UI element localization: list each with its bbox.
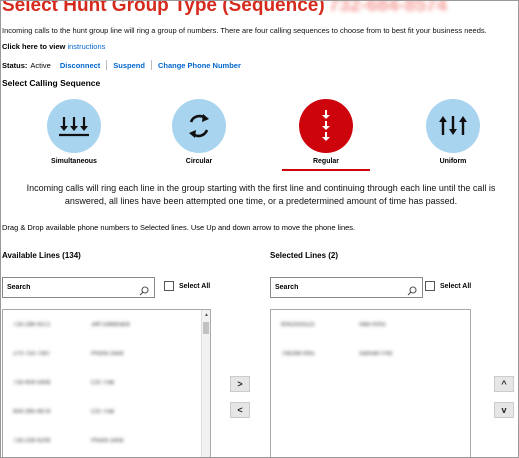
move-down-button[interactable]: v	[494, 402, 514, 418]
selected-indicator	[282, 169, 370, 171]
select-all-checkbox[interactable]	[164, 281, 174, 291]
line-name: CIS Trak	[91, 379, 115, 386]
line-number: 716-286-4372	[13, 321, 51, 328]
sequence-label: Regular	[312, 158, 340, 165]
hunt-group-description: Incoming calls to the hunt group line wi…	[2, 26, 487, 35]
line-name: Phone Desk	[91, 437, 124, 444]
search-icon[interactable]	[407, 283, 417, 301]
selected-select-all[interactable]: Select All	[425, 281, 471, 291]
status-label: Status:	[2, 60, 28, 70]
line-number: 716-208-4206	[13, 437, 51, 444]
line-number: 804-395-4878	[13, 408, 51, 415]
sequence-option-circular[interactable]: Circular	[154, 99, 244, 165]
available-search-input[interactable]	[7, 284, 132, 291]
list-item[interactable]: 7562687855 Samuel Fritz	[271, 339, 470, 368]
drag-drop-hint: Drag & Drop available phone numbers to S…	[2, 223, 356, 232]
selected-lines-list[interactable]: 8042505523 Allie Arms 7562687855 Samuel …	[270, 309, 471, 457]
list-item[interactable]: 8042505523 Allie Arms	[271, 310, 470, 339]
select-all-label: Select All	[440, 282, 472, 290]
scrollbar-thumb[interactable]	[203, 322, 209, 334]
title-phone-number: 732-684-8574	[328, 0, 448, 16]
instructions-link[interactable]: instructions	[67, 42, 105, 51]
line-name: CIS Trak	[91, 408, 115, 415]
sequence-explanation: Incoming calls will ring each line in th…	[26, 183, 496, 206]
available-lines-heading: Available Lines (134)	[2, 251, 81, 260]
list-item[interactable]: 716-404-5908 CIS Trak	[3, 368, 210, 397]
line-number: 716-404-5908	[13, 379, 51, 386]
sequence-label: Simultaneous	[51, 158, 97, 165]
select-all-checkbox[interactable]	[425, 281, 435, 291]
status-value: Active	[30, 60, 51, 70]
sequence-option-simultaneous[interactable]: Simultaneous	[29, 99, 119, 165]
search-icon[interactable]	[139, 283, 149, 301]
regular-down-arrows-icon	[299, 99, 353, 153]
sequence-label: Uniform	[439, 158, 467, 165]
line-name: Allie Arms	[359, 321, 386, 328]
available-lines-list[interactable]: 716-286-4372 Jeff Gillebrand 270-753-756…	[2, 309, 211, 457]
divider	[150, 60, 152, 70]
uniform-arrows-icon	[426, 99, 480, 153]
instructions-prefix: Click here to view	[2, 42, 68, 51]
list-item[interactable]: 716-286-4372 Jeff Gillebrand	[3, 310, 210, 339]
available-search-field	[2, 277, 155, 298]
line-name: Jeff Gillebrand	[91, 321, 130, 328]
divider	[106, 60, 108, 70]
selected-search-field	[270, 277, 423, 298]
change-phone-number-link[interactable]: Change Phone Number	[158, 61, 241, 70]
add-to-selected-button[interactable]: >	[230, 376, 250, 392]
status-bar: Status: Active Disconnect Suspend Change…	[2, 60, 241, 70]
title-text: Select Hunt Group Type (Sequence)	[2, 0, 325, 16]
line-name: Samuel Fritz	[359, 350, 393, 357]
sequence-option-regular[interactable]: Regular	[281, 99, 371, 171]
simultaneous-arrows-icon	[47, 99, 101, 153]
list-scrollbar[interactable]: ▲	[201, 310, 210, 457]
line-name: Phone Desk	[91, 350, 124, 357]
instructions-line: Click here to view instructions	[2, 42, 105, 51]
line-number: 270-753-7567	[13, 350, 51, 357]
line-number: 8042505523	[281, 321, 315, 328]
page-title: Select Hunt Group Type (Sequence) 732-684…	[2, 0, 448, 17]
circular-arrows-icon	[172, 99, 226, 153]
sequence-label: Circular	[185, 158, 213, 165]
selected-lines-heading: Selected Lines (2)	[270, 251, 339, 260]
scroll-up-arrow-icon[interactable]: ▲	[202, 310, 210, 320]
calling-sequence-heading: Select Calling Sequence	[2, 78, 101, 88]
line-number: 7562687855	[281, 350, 315, 357]
selected-search-input[interactable]	[275, 284, 400, 291]
move-up-button[interactable]: ^	[494, 376, 514, 392]
select-all-label: Select All	[179, 282, 211, 290]
suspend-link[interactable]: Suspend	[113, 61, 145, 70]
list-item[interactable]: 270-753-7567 Phone Desk	[3, 339, 210, 368]
list-item[interactable]: 804-395-4878 CIS Trak	[3, 397, 210, 426]
list-item[interactable]: 716-208-4206 Phone Desk	[3, 426, 210, 455]
remove-from-selected-button[interactable]: <	[230, 402, 250, 418]
page-frame: Select Hunt Group Type (Sequence) 732-684…	[0, 0, 519, 458]
sequence-option-uniform[interactable]: Uniform	[408, 99, 498, 165]
available-select-all[interactable]: Select All	[164, 281, 210, 291]
disconnect-link[interactable]: Disconnect	[60, 61, 100, 70]
